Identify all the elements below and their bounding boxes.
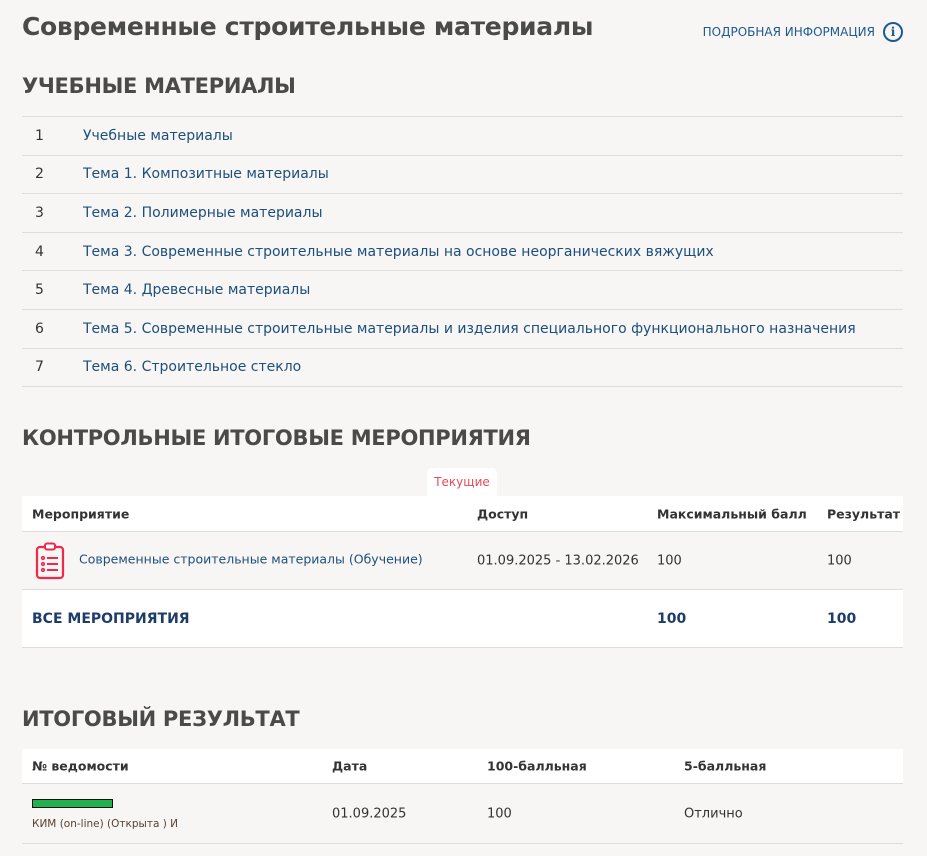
list-item: 2 Тема 1. Композитные материалы — [22, 156, 903, 195]
info-icon: i — [883, 22, 903, 42]
total-result: 100 — [827, 610, 857, 627]
material-link[interactable]: Тема 4. Древесные материалы — [83, 282, 310, 298]
page-title: Современные строительные материалы — [22, 12, 594, 41]
column-header: 5-балльная — [684, 758, 767, 774]
column-header: Дата — [332, 758, 368, 774]
item-number: 6 — [35, 320, 44, 337]
material-link[interactable]: Учебные материалы — [83, 128, 233, 144]
table-row: КИМ (on-line) (Открыта ) И 01.09.2025 10… — [22, 784, 903, 844]
final-table: № ведомости Дата 100-балльная 5-балльная… — [22, 749, 903, 844]
result-score: 100 — [827, 553, 852, 568]
list-item: 3 Тема 2. Полимерные материалы — [22, 194, 903, 233]
table-header: № ведомости Дата 100-балльная 5-балльная — [22, 749, 903, 784]
sheet-name: КИМ (on-line) (Открыта ) И — [32, 818, 179, 830]
item-number: 4 — [35, 243, 44, 260]
list-item: 5 Тема 4. Древесные материалы — [22, 271, 903, 310]
material-link[interactable]: Тема 6. Строительное стекло — [83, 359, 301, 375]
details-link-label: ПОДРОБНАЯ ИНФОРМАЦИЯ — [702, 25, 875, 39]
material-link[interactable]: Тема 3. Современные строительные материа… — [83, 244, 714, 260]
column-header: Результат — [827, 506, 901, 521]
materials-heading: УЧЕБНЫЕ МАТЕРИАЛЫ — [22, 74, 296, 98]
material-link[interactable]: Тема 5. Современные строительные материа… — [83, 321, 856, 337]
list-item: 1 Учебные материалы — [22, 117, 903, 156]
material-link[interactable]: Тема 2. Полимерные материалы — [83, 205, 323, 221]
item-number: 3 — [35, 204, 44, 221]
list-item: 7 Тема 6. Строительное стекло — [22, 349, 903, 388]
max-score: 100 — [657, 553, 682, 568]
control-heading: КОНТРОЛЬНЫЕ ИТОГОВЫЕ МЕРОПРИЯТИЯ — [22, 426, 531, 450]
date: 01.09.2025 — [332, 806, 407, 821]
list-item: 6 Тема 5. Современные строительные матери… — [22, 310, 903, 349]
column-header: № ведомости — [32, 758, 129, 774]
material-link[interactable]: Тема 1. Композитные материалы — [83, 166, 329, 182]
table-header: Мероприятие Доступ Максимальный балл Рез… — [22, 496, 903, 532]
table-row: Современные строительные материалы (Обуч… — [22, 532, 903, 590]
event-link[interactable]: Современные строительные материалы (Обуч… — [79, 551, 423, 566]
control-table: Мероприятие Доступ Максимальный балл Рез… — [22, 496, 903, 648]
materials-list: 1 Учебные материалы 2 Тема 1. Композитные … — [22, 116, 903, 388]
item-number: 1 — [35, 127, 44, 144]
column-header: Максимальный балл — [657, 506, 807, 521]
column-header: Доступ — [477, 506, 529, 521]
total-max: 100 — [657, 610, 687, 627]
item-number: 2 — [35, 166, 44, 183]
score-100: 100 — [487, 806, 512, 821]
score-5: Отлично — [684, 806, 743, 821]
final-heading: ИТОГОВЫЙ РЕЗУЛЬТАТ — [22, 707, 300, 731]
access-dates: 01.09.2025 - 13.02.2026 — [477, 553, 639, 568]
details-link[interactable]: ПОДРОБНАЯ ИНФОРМАЦИЯ i — [703, 22, 903, 42]
clipboard-icon — [35, 542, 65, 579]
column-header: 100-балльная — [487, 758, 587, 774]
item-number: 5 — [35, 282, 44, 299]
total-label: ВСЕ МЕРОПРИЯТИЯ — [32, 610, 190, 627]
total-row: ВСЕ МЕРОПРИЯТИЯ 100 100 — [22, 590, 903, 648]
tab-current[interactable]: Текущие — [427, 468, 497, 496]
list-item: 4 Тема 3. Современные строительные матери… — [22, 233, 903, 272]
column-header: Мероприятие — [32, 506, 130, 521]
item-number: 7 — [35, 359, 44, 376]
progress-bar — [32, 799, 113, 808]
